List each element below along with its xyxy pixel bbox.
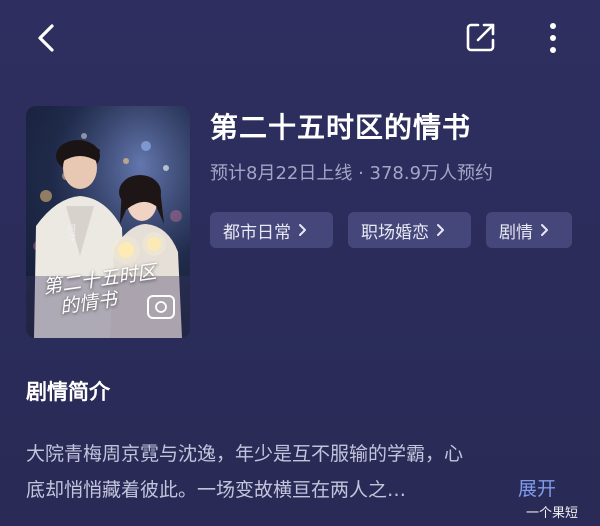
expand-synopsis-link[interactable]: 展开 xyxy=(518,474,556,501)
share-icon xyxy=(466,23,495,52)
tag-label: 都市日常 xyxy=(223,222,291,243)
more-options-button[interactable] xyxy=(540,18,566,58)
tag-urban-daily[interactable]: 都市日常 xyxy=(210,212,333,248)
tag-label: 剧情 xyxy=(499,222,533,243)
more-vertical-icon xyxy=(550,23,556,53)
tag-drama[interactable]: 剧情 xyxy=(486,212,572,248)
share-button[interactable] xyxy=(464,20,498,54)
tag-label: 职场婚恋 xyxy=(361,222,429,243)
top-bar xyxy=(0,0,600,76)
drama-title: 第二十五时区的情书 xyxy=(210,111,472,144)
tag-workplace-romance[interactable]: 职场婚恋 xyxy=(348,212,471,248)
chevron-right-icon xyxy=(541,224,548,236)
chevron-right-icon xyxy=(299,224,306,236)
synopsis-line-1: 大院青梅周京霓与沈逸，年少是互不服输的学霸，心 xyxy=(26,443,464,465)
synopsis-line-2: 底却悄悄藏着彼此。一场变故横亘在两人之… xyxy=(26,479,407,501)
watermark: 一个果短 xyxy=(526,506,579,521)
chevron-left-icon xyxy=(38,24,54,52)
poster-actor-name-left: 柯淳 xyxy=(65,224,75,242)
chevron-right-icon xyxy=(437,224,444,236)
release-info: 预计8月22日上线 · 378.9万人预约 xyxy=(210,163,494,184)
synopsis-heading: 剧情简介 xyxy=(26,380,110,404)
back-button[interactable] xyxy=(30,20,64,56)
